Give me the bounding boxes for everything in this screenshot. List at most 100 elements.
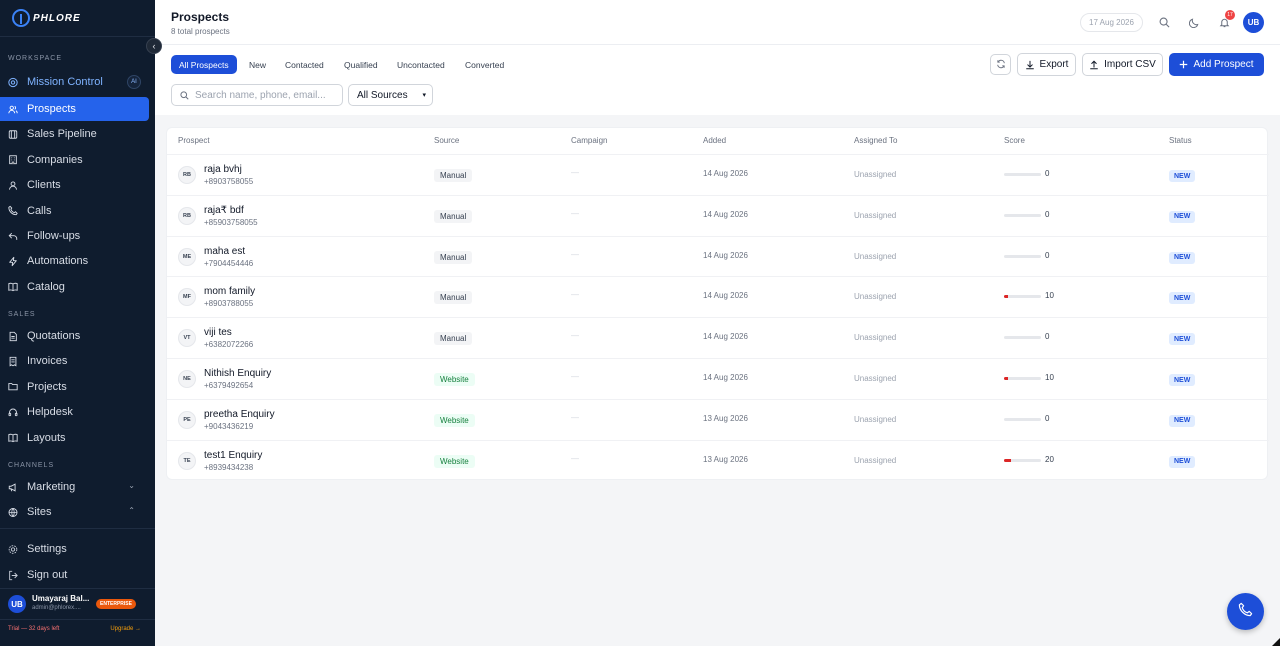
added-date: 14 Aug 2026: [703, 291, 748, 301]
tab-new[interactable]: New: [241, 55, 274, 74]
sidebar-item-sites[interactable]: Sites ⌃: [0, 500, 149, 524]
zap-icon: [8, 256, 18, 267]
sidebar-item-marketing[interactable]: Marketing ⌄: [0, 475, 149, 499]
upgrade-link[interactable]: Upgrade →: [110, 626, 141, 632]
import-label: Import CSV: [1104, 59, 1156, 70]
tab-converted[interactable]: Converted: [457, 55, 512, 74]
user-icon: [8, 180, 18, 190]
table-row[interactable]: VT viji tes +6382072266 Manual — 14 Aug 2026 U…: [167, 317, 1269, 358]
sidebar-item-sales-pipeline[interactable]: Sales Pipeline: [0, 122, 149, 146]
user-card[interactable]: UB Umayaraj Bal... admin@phlorex.... ENT…: [0, 590, 155, 620]
score-value: 0: [1045, 209, 1050, 219]
sidebar-item-label: Prospects: [27, 103, 76, 115]
column-header-prospect[interactable]: Prospect: [178, 136, 210, 145]
sidebar-item-companies[interactable]: Companies: [0, 148, 149, 172]
column-header-campaign[interactable]: Campaign: [571, 136, 607, 145]
prospect-name[interactable]: raja bvhj: [204, 164, 242, 175]
sidebar-item-quotations[interactable]: Quotations: [0, 324, 149, 348]
export-button[interactable]: Export: [1017, 53, 1076, 76]
column-header-added[interactable]: Added: [703, 136, 726, 145]
sidebar-item-clients[interactable]: Clients: [0, 173, 149, 197]
logo-text: PHLORE: [33, 12, 81, 24]
tab-all-prospects[interactable]: All Prospects: [171, 55, 237, 74]
chevron-left-icon: ‹: [152, 41, 156, 51]
avatar: UB: [8, 595, 26, 613]
sidebar-item-label: Invoices: [27, 355, 68, 368]
call-fab-button[interactable]: [1227, 593, 1264, 630]
search-icon[interactable]: [1157, 15, 1171, 29]
score-bar: [1004, 458, 1041, 462]
trial-text: Trial — 32 days left: [8, 626, 60, 632]
avatar: PE: [178, 410, 196, 429]
score-value: 0: [1045, 250, 1050, 260]
sidebar-item-projects[interactable]: Projects: [0, 375, 149, 399]
sidebar-item-settings[interactable]: Settings: [0, 537, 149, 561]
source-filter-select[interactable]: All Sources ▾: [348, 84, 433, 106]
sidebar-item-mission-control[interactable]: Mission Control AI: [0, 70, 149, 94]
corner-mark: [1272, 638, 1280, 646]
table-row[interactable]: ME maha est +7904454446 Manual — 14 Aug 2026 U…: [167, 235, 1269, 277]
table-row[interactable]: RB raja bvhj +8903758055 Manual — 14 Aug 2026…: [167, 154, 1269, 195]
sidebar-item-label: Layouts: [27, 431, 66, 444]
brand-logo[interactable]: PHLORE: [0, 0, 155, 37]
status-badge: NEW: [1169, 374, 1196, 386]
add-prospect-button[interactable]: Add Prospect: [1169, 53, 1264, 76]
column-header-status[interactable]: Status: [1169, 136, 1192, 145]
table-row[interactable]: RB raja₹ bdf +85903758055 Manual — 14 Aug 202…: [167, 194, 1269, 236]
table-row[interactable]: TE test1 Enquiry +8939434238 Website — 13 Aug…: [167, 439, 1269, 481]
tab-contacted[interactable]: Contacted: [277, 55, 332, 74]
table-row[interactable]: MF mom family +8903788055 Manual — 14 Aug 202…: [167, 276, 1269, 317]
sidebar-item-calls[interactable]: Calls: [0, 199, 149, 223]
toolbar: All Prospects New Contacted Qualified Un…: [155, 45, 1280, 115]
receipt-icon: [8, 356, 18, 367]
prospect-name[interactable]: raja₹ bdf: [204, 205, 244, 216]
sidebar-item-label: Automations: [27, 255, 89, 268]
sidebar-item-automations[interactable]: Automations: [0, 249, 149, 273]
sidebar-item-sign-out[interactable]: Sign out: [0, 563, 149, 587]
source-badge: Manual: [434, 250, 473, 264]
import-csv-button[interactable]: Import CSV: [1082, 53, 1163, 76]
prospect-name[interactable]: preetha Enquiry: [204, 409, 275, 420]
refresh-button[interactable]: [990, 54, 1011, 75]
source-filter-value: All Sources: [357, 89, 408, 101]
prospects-table: Prospect Source Campaign Added Assigned …: [166, 127, 1269, 481]
prospect-name[interactable]: mom family: [204, 286, 255, 297]
phone-icon: [8, 205, 18, 216]
chevron-down-icon: ▾: [422, 92, 426, 99]
table-row[interactable]: NE Nithish Enquiry +6379492654 Website — 14 A…: [167, 358, 1269, 399]
sidebar-item-catalog[interactable]: Catalog: [0, 275, 149, 299]
tab-uncontacted[interactable]: Uncontacted: [389, 55, 453, 74]
sidebar-divider: [0, 528, 155, 529]
refresh-icon: [996, 56, 1006, 74]
column-header-score[interactable]: Score: [1004, 136, 1025, 145]
collapse-sidebar-button[interactable]: ‹: [146, 38, 162, 54]
sidebar-item-follow-ups[interactable]: Follow-ups: [0, 224, 149, 248]
prospect-name[interactable]: test1 Enquiry: [204, 450, 262, 461]
status-badge: NEW: [1169, 333, 1196, 346]
table-row[interactable]: PE preetha Enquiry +9043436219 Website — 13 A…: [167, 398, 1269, 440]
avatar[interactable]: UB: [1243, 12, 1264, 33]
prospect-phone: +6379492654: [204, 381, 254, 390]
sidebar-item-helpdesk[interactable]: Helpdesk: [0, 400, 149, 424]
tab-qualified[interactable]: Qualified: [336, 55, 386, 74]
search-input[interactable]: Search name, phone, email...: [171, 84, 343, 106]
sidebar-item-label: Settings: [27, 543, 67, 555]
user-email: admin@phlorex....: [32, 605, 81, 611]
source-badge: Manual: [434, 291, 473, 305]
column-header-assigned-to[interactable]: Assigned To: [854, 136, 897, 145]
prospect-name[interactable]: viji tes: [204, 327, 232, 338]
chevron-icon: ⌄: [128, 481, 135, 490]
prospect-name[interactable]: maha est: [204, 246, 245, 257]
prospect-name[interactable]: Nithish Enquiry: [204, 368, 271, 379]
sidebar-item-label: Helpdesk: [27, 406, 73, 419]
column-header-source[interactable]: Source: [434, 136, 459, 145]
score-value: 20: [1045, 454, 1054, 464]
assigned-to: Unassigned: [854, 414, 897, 424]
sidebar-item-invoices[interactable]: Invoices: [0, 349, 149, 373]
status-badge: NEW: [1169, 292, 1196, 305]
sidebar-item-layouts[interactable]: Layouts: [0, 426, 149, 450]
moon-icon[interactable]: [1187, 15, 1201, 29]
search-icon: [180, 90, 189, 100]
sidebar-item-prospects[interactable]: Prospects: [0, 97, 149, 121]
campaign-value: —: [571, 412, 579, 422]
